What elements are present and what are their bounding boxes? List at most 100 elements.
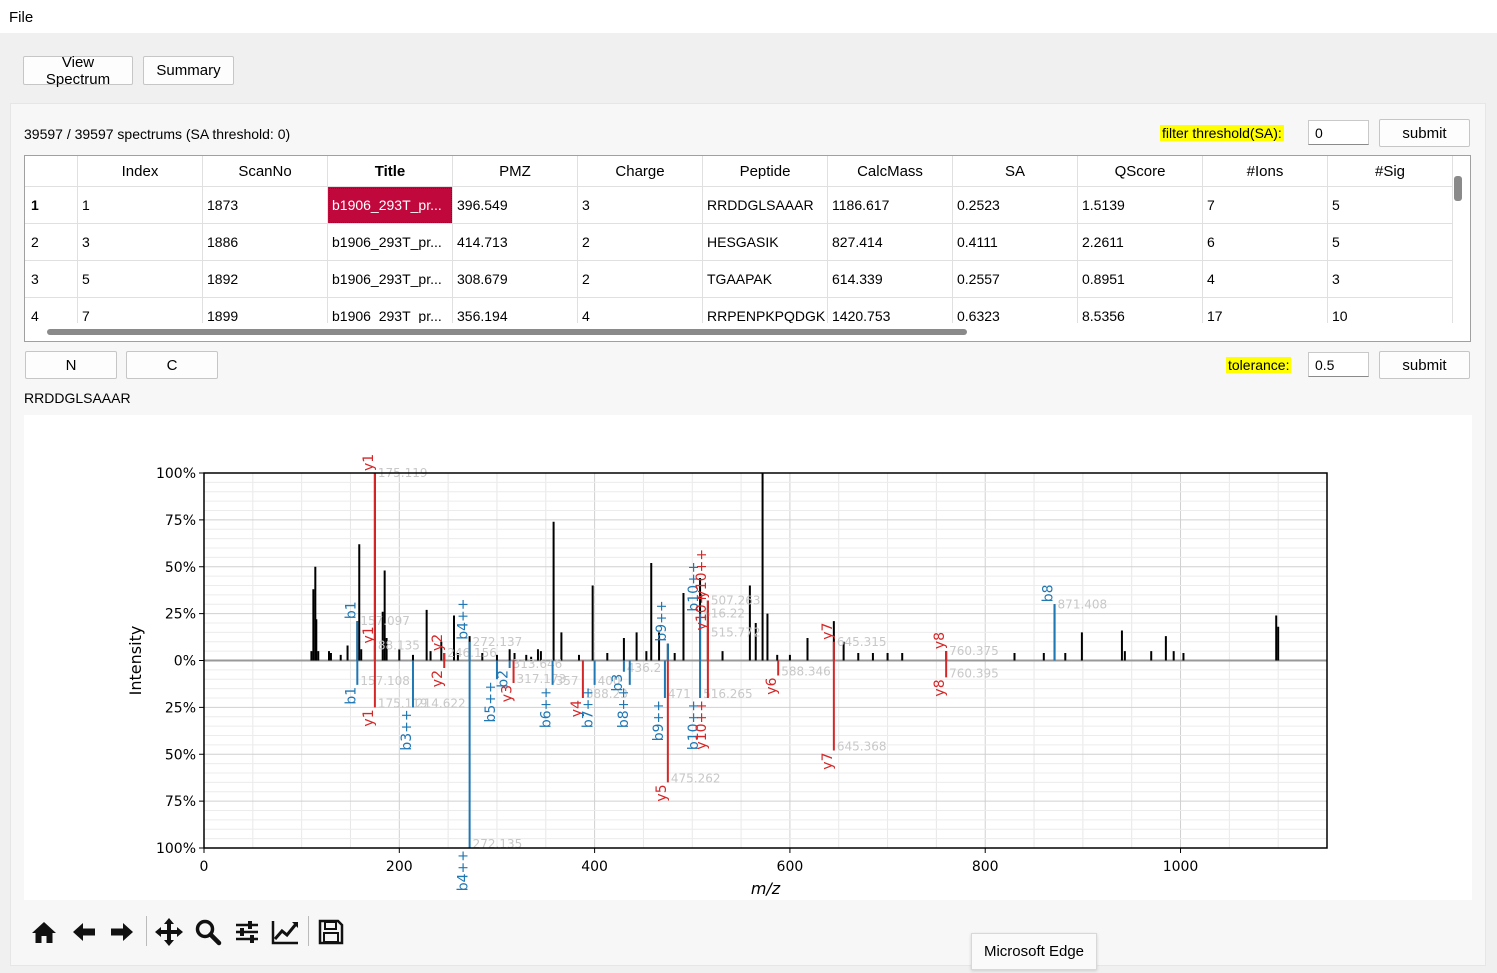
row-number[interactable]: 1: [25, 187, 78, 224]
tolerance-submit-button[interactable]: submit: [1379, 351, 1470, 379]
table-cell[interactable]: 1: [78, 187, 203, 224]
row-number[interactable]: 2: [25, 224, 78, 261]
tooltip: Microsoft Edge: [971, 933, 1097, 970]
save-icon[interactable]: [314, 914, 348, 950]
filter-threshold-input[interactable]: [1308, 120, 1369, 145]
column-header[interactable]: Charge: [578, 156, 703, 187]
spectrum-plot-area[interactable]: b1 157.097 y1 175.119 y1 88.135 y2 246.156 b4++ 2…: [24, 415, 1472, 900]
mz-label: 645.315: [837, 635, 887, 649]
pan-icon[interactable]: [152, 914, 186, 950]
table-cell[interactable]: 4: [1203, 261, 1328, 298]
table-cell[interactable]: 5: [1328, 187, 1453, 224]
table-cell[interactable]: 2: [578, 261, 703, 298]
ion-label: y7: [820, 623, 836, 640]
y-tick-label: 0%: [174, 654, 196, 670]
column-header[interactable]: Peptide: [703, 156, 828, 187]
table-cell[interactable]: 5: [1328, 224, 1453, 261]
table-cell[interactable]: 396.549: [453, 187, 578, 224]
table-cell[interactable]: b1906_293T_pr...: [328, 224, 453, 261]
table-cell[interactable]: RRDDGLSAAAR: [703, 187, 828, 224]
table-cell[interactable]: 308.679: [453, 261, 578, 298]
table-cell[interactable]: 0.2557: [953, 261, 1078, 298]
table-cell[interactable]: b1906_293T_pr...: [328, 261, 453, 298]
column-header[interactable]: CalcMass: [828, 156, 953, 187]
filter-submit-button[interactable]: submit: [1379, 119, 1470, 147]
table-cell[interactable]: 7: [1203, 187, 1328, 224]
table-row[interactable]: 3 5 1892 b1906_293T_pr... 308.679 2 TGAAPAK 614…: [25, 261, 1453, 298]
table-cell[interactable]: HESGASIK: [703, 224, 828, 261]
table-header: Index ScanNo Title PMZ Charge Peptide CalcMass…: [25, 156, 1455, 187]
mz-label: 871.408: [1058, 597, 1108, 611]
home-icon[interactable]: [27, 914, 61, 950]
menu-bar: File: [0, 0, 1497, 33]
n-terminus-button[interactable]: N: [25, 351, 117, 379]
row-number[interactable]: 3: [25, 261, 78, 298]
ion-label: b1: [343, 601, 359, 619]
configure-icon[interactable]: [230, 914, 264, 950]
forward-icon[interactable]: [105, 914, 139, 950]
table-row[interactable]: 1 1 1873 b1906_293T_pr... 396.549 3 RRDDGLSAAA…: [25, 187, 1453, 224]
summary-button[interactable]: Summary: [143, 56, 234, 85]
table-cell[interactable]: 827.414: [828, 224, 953, 261]
table-cell[interactable]: 3: [78, 224, 203, 261]
table-cell[interactable]: 1186.617: [828, 187, 953, 224]
ion-label: b8++: [616, 687, 632, 728]
table-cell[interactable]: 2: [578, 224, 703, 261]
table-cell[interactable]: 1873: [203, 187, 328, 224]
column-header[interactable]: PMZ: [453, 156, 578, 187]
table-cell[interactable]: 0.2523: [953, 187, 1078, 224]
mz-label: 357: [556, 674, 579, 688]
column-header[interactable]: ScanNo: [203, 156, 328, 187]
table-cell[interactable]: 414.713: [453, 224, 578, 261]
edit-curve-icon[interactable]: [268, 914, 302, 950]
tolerance-input[interactable]: [1308, 352, 1369, 377]
table-cell[interactable]: 3: [1328, 261, 1453, 298]
mz-label: 645.368: [837, 740, 887, 754]
mz-label: 471: [668, 687, 691, 701]
table-cell[interactable]: b1906_293T_pr...: [328, 187, 453, 224]
spectrum-table[interactable]: Index ScanNo Title PMZ Charge Peptide CalcMass…: [24, 155, 1471, 342]
y-axis-label: Intensity: [126, 626, 145, 696]
table-cell[interactable]: 2.2611: [1078, 224, 1203, 261]
table-cell[interactable]: 1.5139: [1078, 187, 1203, 224]
column-header[interactable]: Index: [78, 156, 203, 187]
back-icon[interactable]: [67, 914, 101, 950]
table-corner-header: [25, 156, 78, 187]
column-header[interactable]: SA: [953, 156, 1078, 187]
table-cell[interactable]: 6: [1203, 224, 1328, 261]
table-row[interactable]: 2 3 1886 b1906_293T_pr... 414.713 2 HESGASIK 82…: [25, 224, 1453, 261]
ion-label: y6: [764, 677, 780, 694]
table-cell[interactable]: 1892: [203, 261, 328, 298]
table-cell[interactable]: 0.4111: [953, 224, 1078, 261]
horizontal-scrollbar-thumb[interactable]: [47, 329, 967, 335]
mz-label: 515.772: [711, 625, 761, 639]
spectrum-chart[interactable]: b1157.097y1175.119y188.135 y2246.156b4++2…: [24, 415, 1472, 900]
table-vertical-scrollbar[interactable]: [1454, 176, 1462, 201]
menu-file[interactable]: File: [9, 9, 33, 26]
column-header[interactable]: QScore: [1078, 156, 1203, 187]
table-cell[interactable]: 0.8951: [1078, 261, 1203, 298]
table-horizontal-scrollbar[interactable]: [25, 323, 1455, 341]
mz-label: 88.135: [378, 639, 420, 653]
table-cell[interactable]: TGAAPAK: [703, 261, 828, 298]
table-cell[interactable]: 1886: [203, 224, 328, 261]
ion-label: b4++: [456, 598, 472, 639]
ion-label: y3: [500, 685, 516, 702]
y-tick-label: 75%: [165, 794, 196, 810]
table-cell[interactable]: 3: [578, 187, 703, 224]
table-cell[interactable]: 5: [78, 261, 203, 298]
x-tick-label: 400: [581, 859, 608, 875]
c-terminus-button[interactable]: C: [126, 351, 218, 379]
zoom-icon[interactable]: [191, 914, 225, 950]
column-header[interactable]: Title: [328, 156, 453, 187]
ion-label: b6++: [539, 687, 555, 728]
mz-label: 760.395: [949, 666, 999, 680]
toolbar-separator: [146, 916, 147, 946]
column-header[interactable]: #Ions: [1203, 156, 1328, 187]
view-spectrum-button[interactable]: View Spectrum: [23, 54, 133, 88]
column-header[interactable]: #Sig: [1328, 156, 1453, 187]
ion-label: y10++: [694, 700, 710, 750]
ion-label: b1: [343, 687, 359, 705]
table-cell[interactable]: 614.339: [828, 261, 953, 298]
ion-label: b9++: [651, 700, 667, 741]
